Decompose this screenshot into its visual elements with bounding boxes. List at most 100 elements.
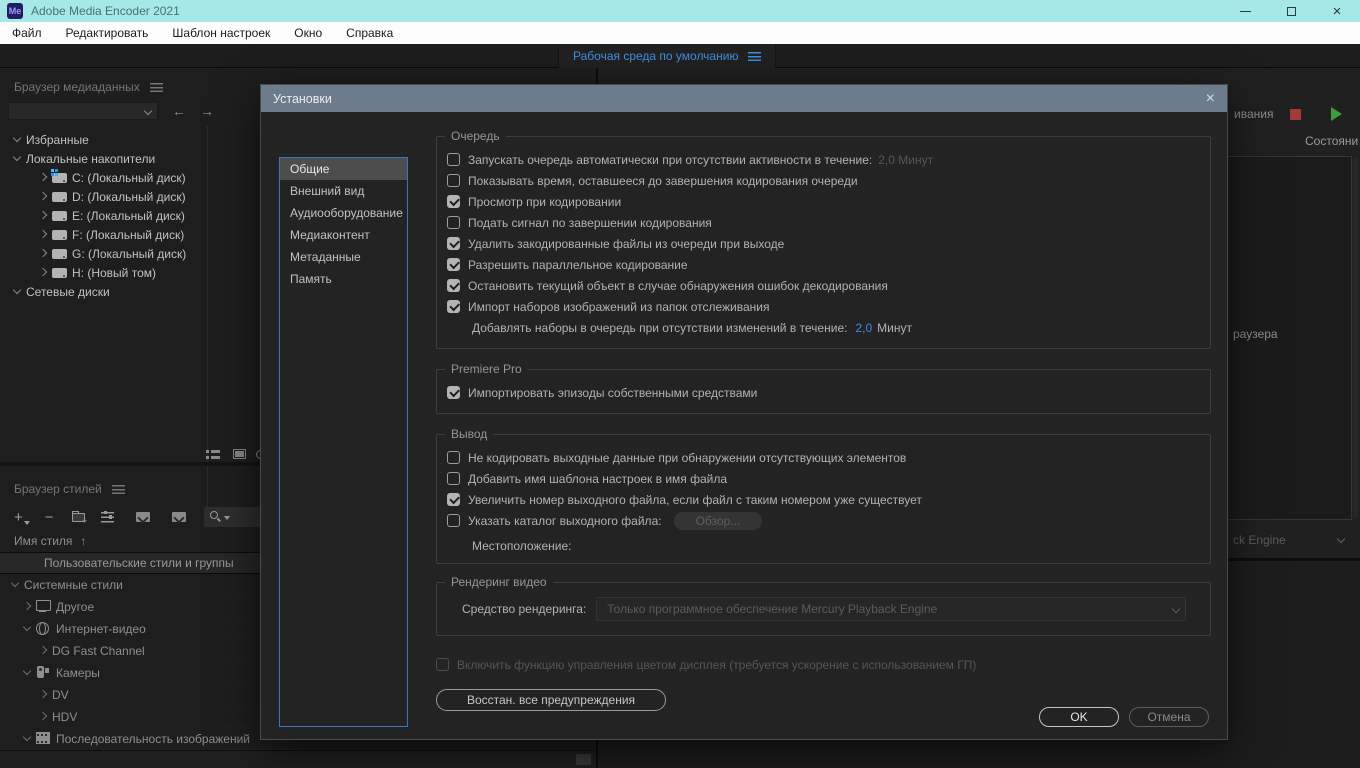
workspace-menu-icon[interactable] (748, 52, 761, 61)
tree-row[interactable]: H: (Новый том) (0, 263, 207, 282)
expander-chevron-icon[interactable] (22, 624, 36, 634)
media-browser-path-dropdown[interactable] (8, 102, 158, 120)
renderer-select[interactable]: Только программное обеспечение Mercury P… (596, 597, 1186, 621)
queue-group: Очередь Запускать очередь автоматически … (436, 136, 1211, 349)
chevron-down-icon (1337, 536, 1344, 543)
start-queue-button[interactable] (1331, 107, 1342, 121)
tree-row[interactable]: Сетевые диски (0, 282, 207, 301)
restore-button[interactable] (1268, 0, 1314, 22)
expander-chevron-icon[interactable] (38, 192, 52, 202)
checkbox[interactable] (447, 195, 460, 208)
checkbox[interactable] (447, 493, 460, 506)
new-group-icon[interactable] (72, 513, 85, 522)
expander-chevron-icon[interactable] (38, 249, 52, 259)
expander-chevron-icon[interactable] (38, 646, 52, 656)
category-item[interactable]: Аудиооборудование (280, 202, 407, 224)
checkbox[interactable] (447, 216, 460, 229)
thumbnail-view-icon[interactable] (233, 449, 246, 459)
tree-row[interactable]: Избранные (0, 130, 207, 149)
checkbox[interactable] (447, 514, 460, 527)
menubar-item[interactable]: Шаблон настроек (160, 22, 282, 44)
category-item[interactable]: Медиаконтент (280, 224, 407, 246)
menubar-item[interactable]: Редактировать (54, 22, 161, 44)
value-editable[interactable]: 2,0 (855, 321, 872, 335)
tree-row-label: Сетевые диски (26, 285, 110, 299)
checkbox-row: Удалить закодированные файлы из очереди … (447, 233, 1200, 254)
checkbox[interactable] (447, 386, 460, 399)
list-view-icon[interactable] (206, 449, 221, 460)
expander-chevron-icon[interactable] (12, 154, 26, 164)
checkbox (436, 658, 449, 671)
dialog-close-icon[interactable]: × (1206, 90, 1215, 108)
expander-chevron-icon[interactable] (22, 734, 36, 744)
window-title: Adobe Media Encoder 2021 (31, 4, 180, 18)
cancel-button[interactable]: Отмена (1129, 707, 1209, 727)
expander-chevron-icon[interactable] (22, 602, 36, 612)
drive-icon (52, 248, 72, 260)
panel-menu-icon[interactable] (150, 83, 163, 92)
close-button[interactable]: × (1314, 0, 1360, 22)
preset-name-column-header[interactable]: Имя стиля (14, 534, 72, 548)
stop-queue-button[interactable] (1290, 109, 1301, 120)
expander-chevron-icon[interactable] (10, 580, 24, 590)
search-options-chevron-icon[interactable] (224, 516, 230, 520)
status-column-header-clipped: Состояни (1305, 134, 1358, 148)
expander-chevron-icon[interactable] (38, 712, 52, 722)
expander-chevron-icon[interactable] (30, 558, 44, 568)
tree-row[interactable]: D: (Локальный диск) (0, 187, 207, 206)
reset-warnings-button[interactable]: Восстан. все предупреждения (436, 689, 666, 711)
checkbox[interactable] (447, 300, 460, 313)
menubar-item[interactable]: Справка (334, 22, 405, 44)
watch-folder-text-clipped: ивания (1234, 107, 1273, 121)
dialog-titlebar[interactable]: Установки × (261, 85, 1227, 112)
forward-button[interactable]: → (200, 103, 214, 119)
scrollbar-thumb[interactable] (576, 754, 591, 765)
preset-settings-icon[interactable] (101, 512, 114, 523)
remove-preset-button[interactable]: − (45, 509, 54, 526)
tree-row[interactable]: Локальные накопители (0, 149, 207, 168)
category-item[interactable]: Внешний вид (280, 180, 407, 202)
apply-to-queue-icon[interactable] (172, 512, 186, 522)
tree-row[interactable]: F: (Локальный диск) (0, 225, 207, 244)
checkbox[interactable] (447, 279, 460, 292)
expander-chevron-icon[interactable] (38, 211, 52, 221)
menubar: Файл Редактировать Шаблон настроек Окно … (0, 22, 1360, 44)
checkbox[interactable] (447, 258, 460, 271)
group-legend: Очередь (445, 129, 506, 143)
horizontal-scrollbar[interactable] (0, 750, 596, 768)
group-legend: Premiere Pro (445, 362, 528, 376)
back-button[interactable]: ← (172, 103, 186, 119)
checkbox[interactable] (447, 472, 460, 485)
expander-chevron-icon[interactable] (38, 690, 52, 700)
chevron-down-icon (1172, 606, 1179, 613)
category-item[interactable]: Память (280, 268, 407, 290)
queue-vertical-scrollbar[interactable] (1353, 158, 1358, 518)
expander-chevron-icon[interactable] (38, 173, 52, 183)
menubar-item[interactable]: Файл (0, 22, 54, 44)
minimize-button[interactable] (1222, 0, 1268, 22)
panel-menu-icon[interactable] (112, 485, 125, 494)
checkbox-row: Разрешить параллельное кодирование (447, 254, 1200, 275)
expander-chevron-icon[interactable] (12, 287, 26, 297)
checkbox[interactable] (447, 174, 460, 187)
apply-preset-icon[interactable] (136, 512, 150, 522)
tree-row[interactable]: E: (Локальный диск) (0, 206, 207, 225)
add-preset-button[interactable]: + (14, 509, 29, 526)
sort-ascending-icon[interactable]: ↑ (80, 534, 86, 548)
workspace-tab[interactable]: Рабочая среда по умолчанию (558, 44, 776, 68)
checkbox[interactable] (447, 237, 460, 250)
expander-chevron-icon[interactable] (38, 268, 52, 278)
expander-chevron-icon[interactable] (38, 230, 52, 240)
menubar-item[interactable]: Окно (282, 22, 334, 44)
category-item[interactable]: Общие (280, 158, 407, 180)
tree-row[interactable]: C: (Локальный диск) (0, 168, 207, 187)
ok-button[interactable]: OK (1039, 707, 1119, 727)
category-item[interactable]: Метаданные (280, 246, 407, 268)
tree-row[interactable]: G: (Локальный диск) (0, 244, 207, 263)
expander-chevron-icon[interactable] (22, 668, 36, 678)
styles-browser-title: Браузер стилей (14, 482, 102, 496)
browse-button[interactable]: Обзор... (674, 512, 763, 530)
checkbox[interactable] (447, 153, 460, 166)
checkbox[interactable] (447, 451, 460, 464)
expander-chevron-icon[interactable] (12, 135, 26, 145)
